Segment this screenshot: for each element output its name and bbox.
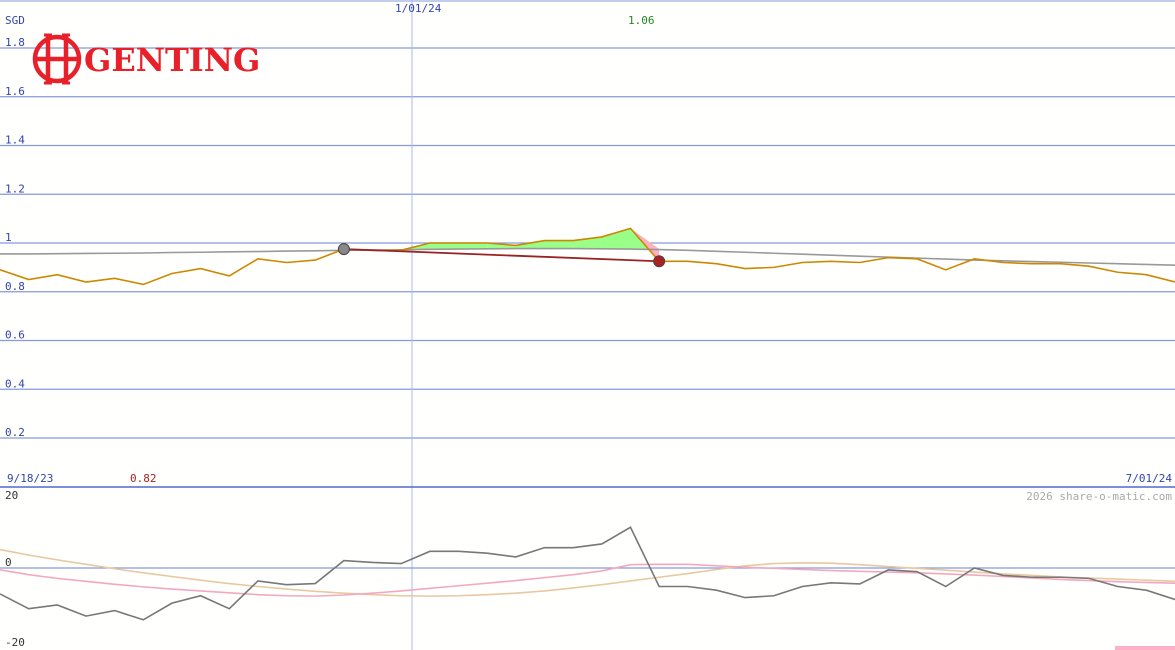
exit-marker — [653, 255, 666, 268]
logo-wordmark: GENTING — [84, 41, 260, 79]
gain-area — [601, 228, 631, 250]
y-tick-label: 1 — [5, 231, 12, 244]
oscillator-y-ticks: 20 0 -20 — [5, 489, 25, 649]
watermark-text: 2026 share-o-matic.com — [1026, 490, 1172, 503]
y-tick-label: 0.8 — [5, 280, 25, 293]
high-value-label: 1.06 — [628, 14, 655, 27]
y-tick-label: 0.4 — [5, 377, 25, 390]
marker-date-label: 1/01/24 — [395, 2, 442, 15]
end-date-label: 7/01/24 — [1126, 472, 1173, 485]
price-y-ticks: 1.8 1.6 1.4 1.2 1 0.8 0.6 0.4 0.2 — [5, 36, 25, 439]
osc-tick-label: -20 — [5, 636, 25, 649]
genting-logo: GENTING — [32, 33, 260, 85]
y-tick-label: 1.2 — [5, 182, 25, 195]
price-series — [0, 227, 1175, 286]
price-line — [0, 227, 1175, 286]
stock-chart: 1.8 1.6 1.4 1.2 1 0.8 0.6 0.4 0.2 20 0 -20 SGD 1/0… — [0, 0, 1175, 650]
start-date-label: 9/18/23 — [7, 472, 53, 485]
y-tick-label: 0.2 — [5, 426, 25, 439]
osc-tick-label: 0 — [5, 556, 12, 569]
currency-label: SGD — [5, 14, 25, 27]
price-grid — [0, 0, 1175, 650]
scroll-indicator — [1115, 646, 1175, 650]
osc-tick-label: 20 — [5, 489, 18, 502]
trade-line — [343, 248, 660, 263]
y-tick-label: 1.8 — [5, 36, 25, 49]
oscillator-line — [0, 563, 1175, 597]
y-tick-label: 1.4 — [5, 134, 25, 147]
genting-emblem-icon — [32, 33, 82, 85]
y-tick-label: 0.6 — [5, 329, 25, 342]
entry-marker — [337, 243, 350, 256]
gain-area — [429, 243, 459, 250]
y-tick-label: 1.6 — [5, 85, 25, 98]
oscillator-series — [0, 526, 1175, 621]
low-value-label: 0.82 — [130, 472, 157, 485]
